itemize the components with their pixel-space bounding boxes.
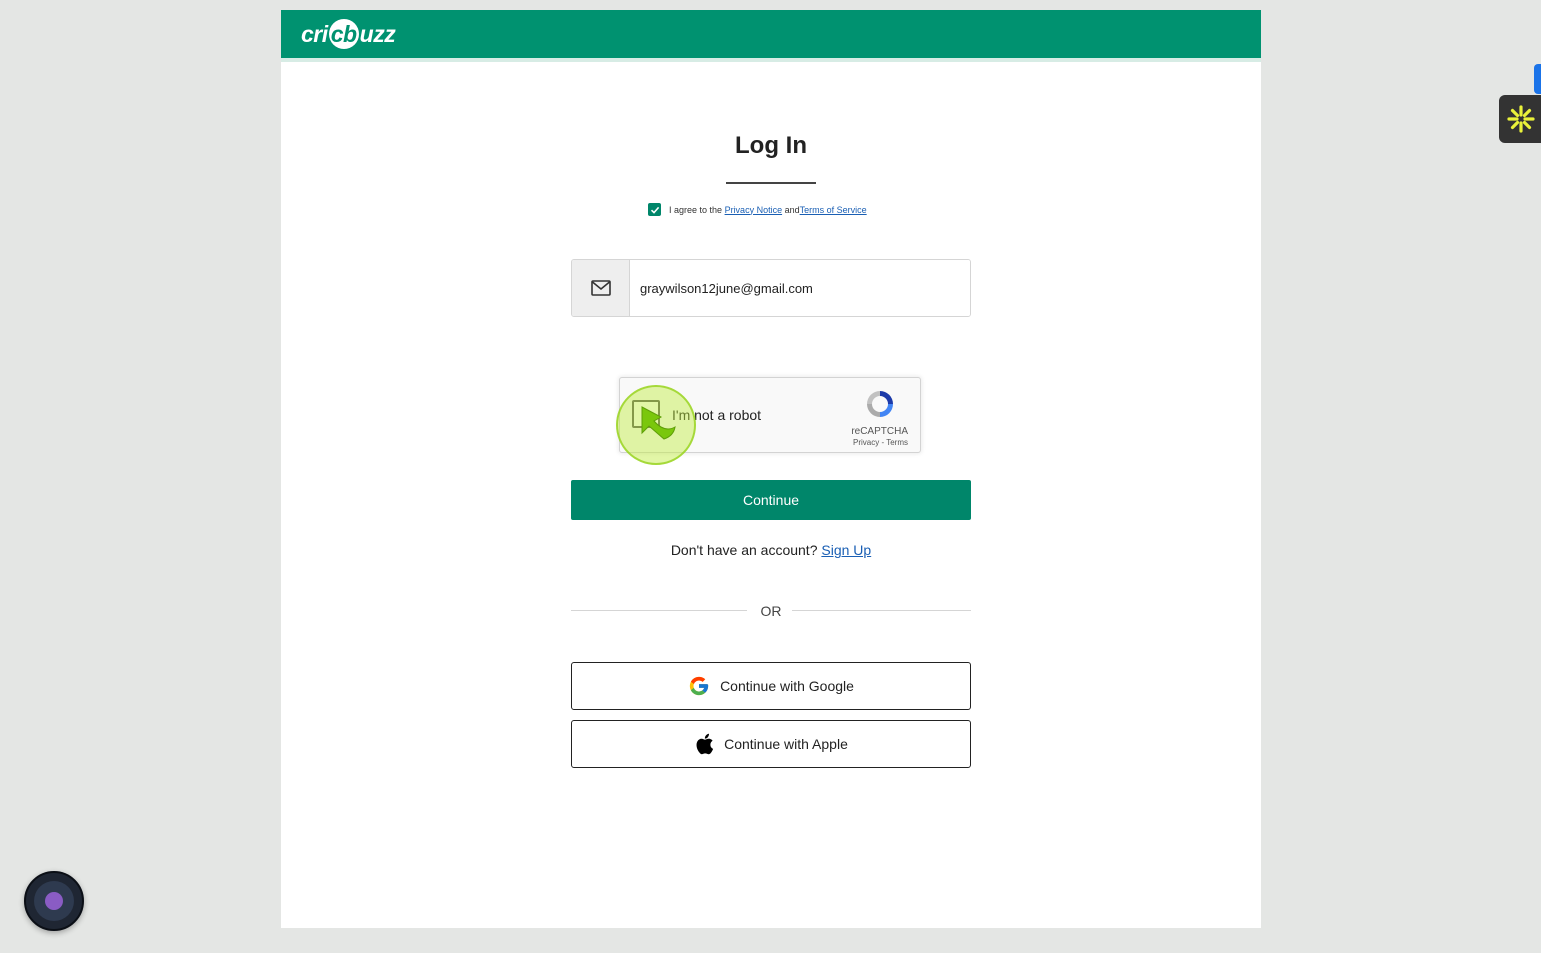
continue-button[interactable]: Continue (571, 480, 971, 520)
cursor-highlight (616, 385, 696, 465)
continue-with-google-button[interactable]: Continue with Google (571, 662, 971, 710)
side-widget-button[interactable] (1499, 95, 1541, 143)
signup-row: Don't have an account? Sign Up (281, 542, 1261, 558)
logo-text-right: uzz (359, 20, 396, 47)
title-underline (726, 182, 816, 184)
signup-prompt: Don't have an account? (670, 542, 822, 558)
email-icon-cell (572, 260, 630, 316)
google-icon (688, 675, 710, 697)
side-blue-tab[interactable] (1534, 64, 1541, 94)
sign-up-link[interactable]: Sign Up (821, 542, 871, 558)
mail-icon (590, 280, 611, 296)
cursor-arrow-icon (641, 406, 676, 440)
recaptcha-brand: reCAPTCHA (851, 426, 908, 437)
bubble-dot-icon (45, 892, 63, 910)
privacy-notice-link[interactable]: Privacy Notice (725, 205, 783, 215)
continue-with-apple-button[interactable]: Continue with Apple (571, 720, 971, 768)
apple-button-label: Continue with Apple (724, 736, 848, 752)
page-title: Log In (735, 132, 807, 159)
login-page: cri cb uzz Log In I agree to the Privacy… (281, 10, 1261, 928)
logo-ball: cb (328, 19, 359, 49)
or-divider-text: OR (760, 603, 782, 619)
or-divider-right (792, 610, 971, 611)
site-header: cri cb uzz (281, 10, 1261, 62)
agree-row: I agree to the Privacy Notice and Terms … (648, 203, 867, 216)
recaptcha-privacy-terms[interactable]: Privacy - Terms (853, 438, 908, 447)
terms-of-service-link[interactable]: Terms of Service (800, 205, 867, 215)
logo-text-left: cri (301, 20, 328, 47)
google-button-label: Continue with Google (720, 678, 854, 694)
email-field-group (571, 259, 971, 317)
bubble-inner (34, 881, 74, 921)
cricbuzz-logo[interactable]: cri cb uzz (301, 18, 396, 50)
agree-middle: and (784, 204, 800, 215)
floating-assistant-bubble[interactable] (24, 871, 84, 931)
check-icon (650, 206, 659, 214)
asterisk-sparkle-icon (1507, 105, 1535, 133)
email-input[interactable] (630, 260, 970, 316)
recaptcha-logo-icon (864, 388, 896, 425)
agree-checkbox[interactable] (648, 203, 661, 216)
agree-prefix: I agree to the (669, 204, 723, 215)
apple-icon (694, 732, 714, 756)
